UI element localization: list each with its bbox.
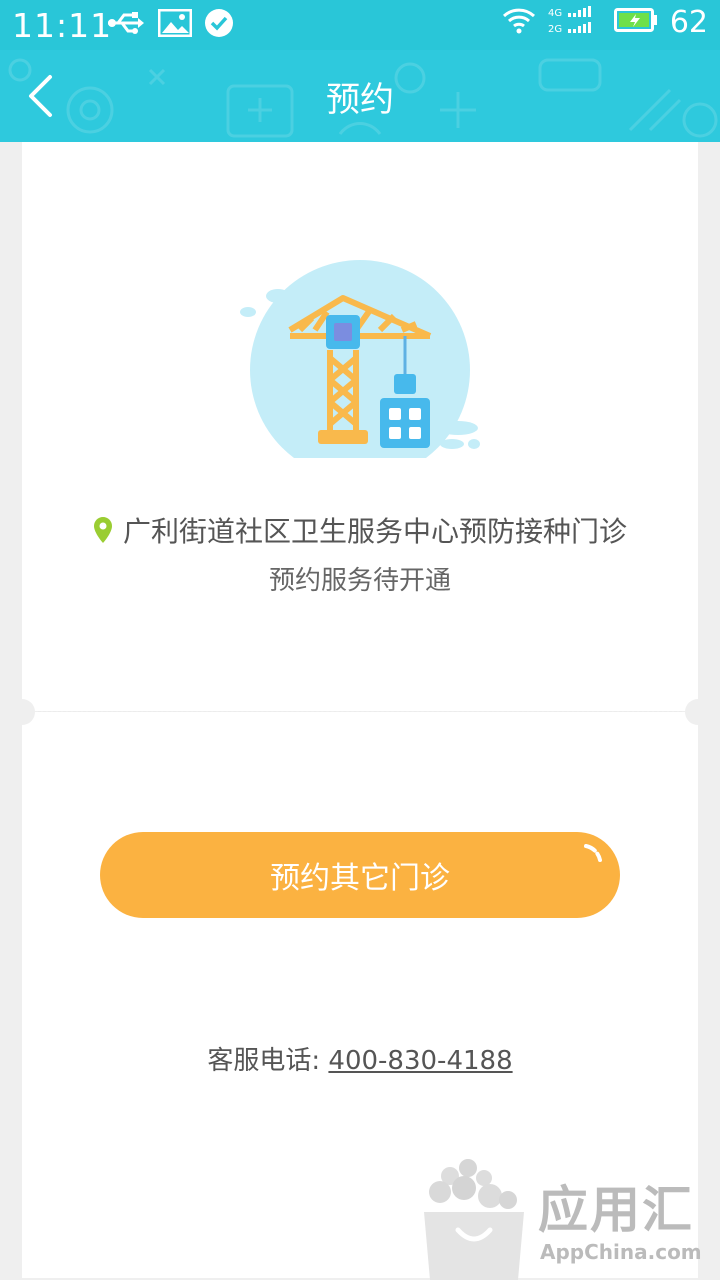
check-circle-icon [204,8,234,42]
battery-icon [613,6,658,38]
usb-icon [106,8,146,42]
appchina-watermark: 应用汇 AppChina.com [420,1156,720,1280]
battery-level: 62 [669,4,708,40]
svg-text:2G: 2G [548,24,562,35]
watermark-brand: 应用汇 [538,1181,694,1239]
clinic-name: 广利街道社区卫生服务中心预防接种门诊 [122,515,627,548]
customer-service-hotline: 客服电话: 400-830-4188 [0,1040,720,1077]
status-icons-right: 4G 2G 62 [502,4,708,40]
book-other-clinic-label: 预约其它门诊 [270,861,450,896]
watermark-url: AppChina.com [540,1240,702,1264]
status-time: 11:11 [12,6,113,45]
button-shine-decoration [584,844,602,862]
hotline-number-link[interactable]: 400-830-4188 [328,1046,512,1076]
page-title: 预约 [326,80,394,120]
svg-text:4G: 4G [548,8,562,19]
ticket-notch-right [685,699,711,725]
location-pin-icon [93,517,112,543]
construction-crane-illustration [240,260,480,458]
status-bar: 11:11 4G 2G 62 [0,0,720,50]
image-icon [157,8,193,41]
book-other-clinic-button[interactable]: 预约其它门诊 [100,832,620,918]
service-status-text: 预约服务待开通 [268,566,451,596]
status-icons-left [106,8,234,42]
card-divider [38,711,682,712]
wifi-icon [502,6,536,38]
cellular-signal-icon: 4G 2G [548,4,602,40]
clinic-location-row: 广利街道社区卫生服务中心预防接种门诊 [0,510,720,550]
hotline-label: 客服电话: [207,1046,329,1076]
navigation-bar: 预约 [0,50,720,142]
appchina-logo-icon [424,1159,524,1280]
ticket-notch-left [9,699,35,725]
